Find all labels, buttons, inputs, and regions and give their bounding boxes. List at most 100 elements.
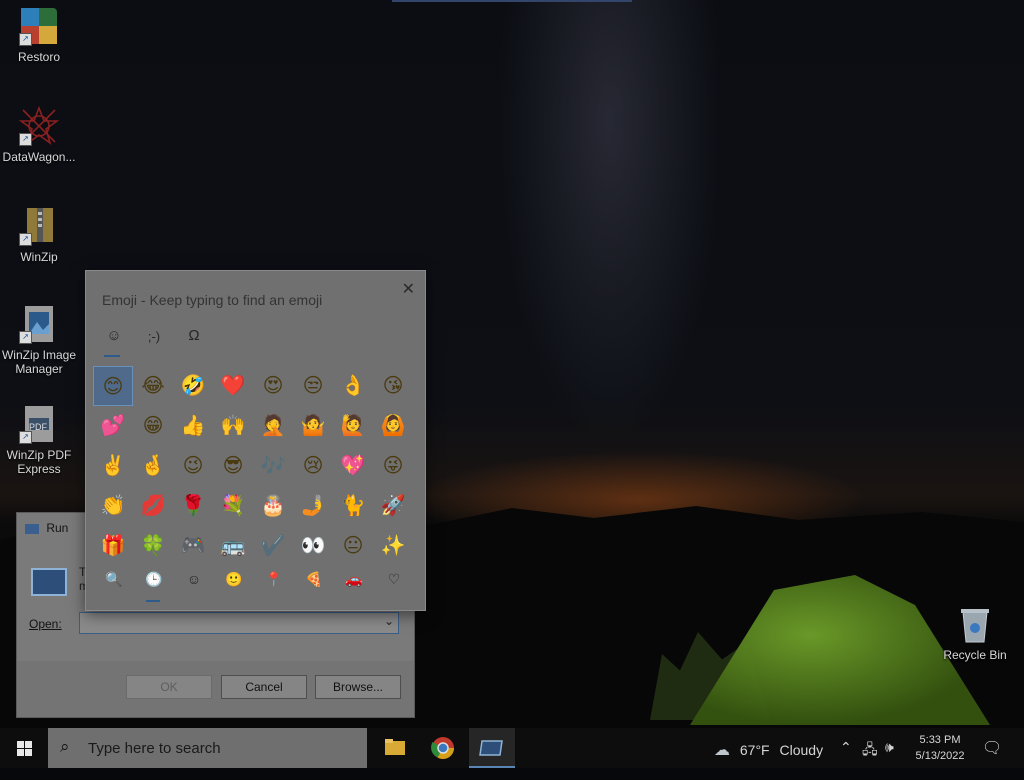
desktop-icon-label: Restoro <box>17 50 61 64</box>
notification-icon[interactable]: 🗨 <box>982 738 1002 778</box>
taskbar: ⌕ Type here to search ☁ 67°F Cloudy ⌃ 🖧 … <box>0 728 1024 768</box>
emoji-cell[interactable]: 🙌 <box>213 406 253 446</box>
search-placeholder: Type here to search <box>88 740 221 757</box>
emoji-cell[interactable]: 🤣 <box>173 366 213 406</box>
desktop-icon-winzip-pdf-express[interactable]: PDF ↗ WinZip PDF Express <box>1 404 77 476</box>
desktop-icon-winzip[interactable]: ↗ WinZip <box>1 206 77 264</box>
smiley-icon[interactable]: ☺ <box>176 571 212 587</box>
emoji-cell[interactable]: ✔️ <box>253 526 293 566</box>
emoji-cell[interactable]: 😊 <box>93 366 133 406</box>
emoji-cell[interactable]: 😜 <box>373 446 413 486</box>
emoji-cell[interactable]: ✨ <box>373 526 413 566</box>
system-clock[interactable]: 5:33 PM 5/13/2022 <box>910 732 970 764</box>
emoji-panel: Emoji - Keep typing to find an emoji ✕ ☺… <box>85 270 426 611</box>
emoji-cell[interactable]: 😍 <box>253 366 293 406</box>
tab-emoji[interactable]: ☺ <box>102 327 126 344</box>
datawagon-icon: ↗ <box>18 105 60 146</box>
food-icon[interactable]: 🍕 <box>296 571 332 588</box>
desktop-icon-label: WinZip PDF Express <box>6 448 72 476</box>
emoji-cell[interactable]: 💖 <box>333 446 373 486</box>
emoji-cell[interactable]: 🙋 <box>333 406 373 446</box>
open-label: Open: <box>29 617 62 631</box>
emoji-cell[interactable]: 🤦 <box>253 406 293 446</box>
emoji-cell[interactable]: 🎂 <box>253 486 293 526</box>
search-icon[interactable]: 🔍 <box>96 571 132 588</box>
emoji-cell[interactable]: 🎶 <box>253 446 293 486</box>
emoji-cell[interactable]: 😁 <box>133 406 173 446</box>
chevron-up-icon[interactable]: ⌃ <box>840 739 852 779</box>
emoji-cell[interactable]: 👏 <box>93 486 133 526</box>
clock-time: 5:33 PM <box>919 734 961 746</box>
emoji-cell[interactable]: 🚀 <box>373 486 413 526</box>
emoji-cell[interactable]: 🎮 <box>173 526 213 566</box>
open-input[interactable]: ⌄ <box>79 612 399 634</box>
emoji-cell[interactable]: ✌️ <box>93 446 133 486</box>
people-icon[interactable]: 🙂 <box>216 571 252 588</box>
emoji-cell[interactable]: 🐈 <box>333 486 373 526</box>
restoro-icon: ↗ <box>19 6 59 46</box>
car-icon[interactable]: 🚗 <box>336 571 372 588</box>
chrome-button[interactable] <box>420 728 466 768</box>
desktop-icon-datawagon[interactable]: ↗ DataWagon... <box>1 105 77 164</box>
desktop-icon-recycle-bin[interactable]: Recycle Bin <box>937 604 1013 662</box>
ok-button[interactable]: OK <box>126 675 212 699</box>
emoji-cell[interactable]: 💋 <box>133 486 173 526</box>
desktop-icon-label: Recycle Bin <box>943 648 1007 662</box>
run-dialog-title: Run <box>25 521 68 535</box>
weather-widget[interactable]: ☁ 67°F Cloudy <box>714 740 823 780</box>
volume-icon[interactable]: 🕪 <box>885 739 894 779</box>
desktop-icon-label: DataWagon... <box>2 150 76 164</box>
desktop-icon-label: WinZip Image Manager <box>1 348 77 376</box>
tab-symbols[interactable]: Ω <box>182 327 206 344</box>
emoji-cell[interactable]: 😉 <box>173 446 213 486</box>
cloud-icon: ☁ <box>714 742 730 759</box>
tab-kaomoji[interactable]: ;-) <box>142 329 166 344</box>
search-icon: ⌕ <box>60 737 70 756</box>
network-icon[interactable]: 🖧 <box>862 739 878 779</box>
emoji-cell[interactable]: 😎 <box>213 446 253 486</box>
location-icon[interactable]: 📍 <box>256 571 292 588</box>
emoji-cell[interactable]: 🎁 <box>93 526 133 566</box>
emoji-cell[interactable]: 💐 <box>213 486 253 526</box>
clock-date: 5/13/2022 <box>915 750 965 762</box>
cancel-button[interactable]: Cancel <box>221 675 307 699</box>
run-program-icon <box>31 568 67 596</box>
recent-icon[interactable]: 🕒 <box>136 571 172 588</box>
winzip-image-manager-icon: ↗ <box>19 304 59 344</box>
emoji-cell[interactable]: 🙆 <box>373 406 413 446</box>
emoji-cell[interactable]: 👀 <box>293 526 333 566</box>
taskbar-search-box[interactable]: ⌕ Type here to search <box>48 728 367 768</box>
emoji-cell[interactable]: 🍀 <box>133 526 173 566</box>
start-button[interactable] <box>0 728 48 768</box>
run-icon <box>25 523 39 534</box>
emoji-cell[interactable]: 😂 <box>133 366 173 406</box>
desktop-icon-label: WinZip <box>20 250 58 264</box>
category-underline <box>146 600 160 602</box>
emoji-cell[interactable]: ❤️ <box>213 366 253 406</box>
emoji-cell[interactable]: 😒 <box>293 366 333 406</box>
emoji-cell[interactable]: 🚌 <box>213 526 253 566</box>
recycle-bin-icon <box>955 604 995 644</box>
emoji-cell[interactable]: 👌 <box>333 366 373 406</box>
emoji-cell[interactable]: 😢 <box>293 446 333 486</box>
run-icon <box>479 740 503 756</box>
emoji-cell[interactable]: 💕 <box>93 406 133 446</box>
emoji-cell[interactable]: 👍 <box>173 406 213 446</box>
emoji-cell[interactable]: 🌹 <box>173 486 213 526</box>
emoji-cell[interactable]: 😘 <box>373 366 413 406</box>
heart-icon[interactable]: ♡ <box>376 571 412 588</box>
desktop-icon-winzip-image-manager[interactable]: ↗ WinZip Image Manager <box>1 304 77 376</box>
close-icon[interactable]: ✕ <box>402 279 415 299</box>
browse-button[interactable]: Browse... <box>315 675 401 699</box>
desktop-icon-restoro[interactable]: ↗ Restoro <box>1 6 77 64</box>
weather-temp: 67°F <box>739 742 770 758</box>
run-taskbar-button[interactable] <box>469 728 515 768</box>
emoji-cell[interactable]: 😐 <box>333 526 373 566</box>
folder-icon <box>385 739 405 755</box>
file-explorer-button[interactable] <box>372 728 418 768</box>
chevron-down-icon[interactable]: ⌄ <box>384 614 394 628</box>
winzip-icon: ↗ <box>19 206 59 246</box>
emoji-cell[interactable]: 🤷 <box>293 406 333 446</box>
emoji-cell[interactable]: 🤞 <box>133 446 173 486</box>
emoji-cell[interactable]: 🤳 <box>293 486 333 526</box>
